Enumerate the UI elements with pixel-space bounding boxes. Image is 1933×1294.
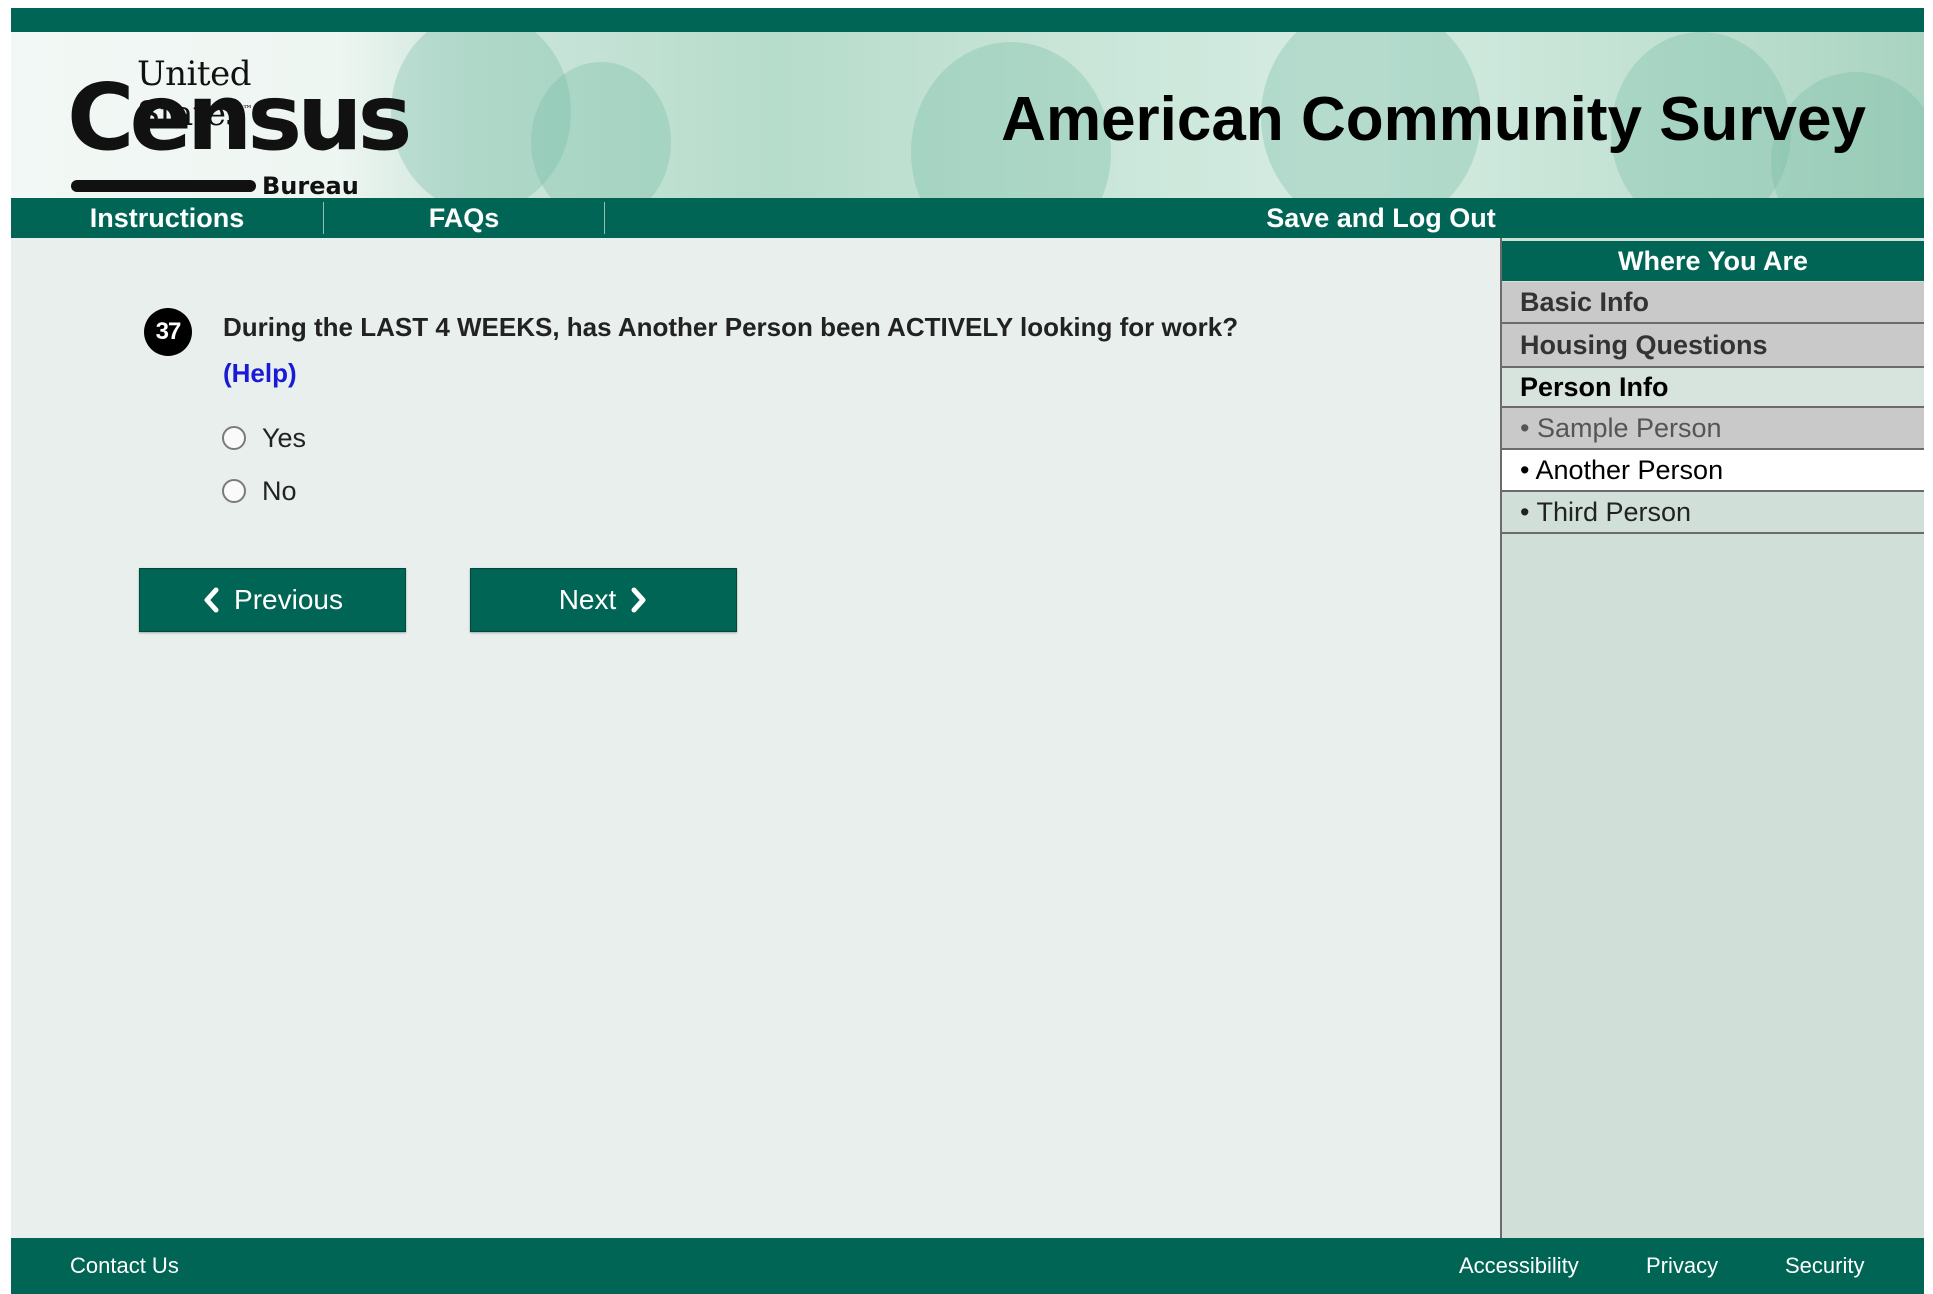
- chevron-left-icon: [204, 587, 219, 613]
- sidebar-item-housing-questions[interactable]: Housing Questions: [1502, 324, 1924, 368]
- header-banner: United States™ Census Bureau American Co…: [11, 32, 1924, 198]
- option-yes[interactable]: Yes: [222, 421, 306, 455]
- next-button-label: Next: [558, 584, 617, 615]
- census-logo[interactable]: United States™ Census Bureau: [67, 54, 412, 198]
- help-link[interactable]: (Help): [223, 358, 297, 389]
- question-number-badge: 37: [144, 308, 192, 356]
- nav-divider: [604, 202, 605, 234]
- footer-contact-us[interactable]: Contact Us: [70, 1238, 179, 1294]
- sidebar-item-basic-info[interactable]: Basic Info: [1502, 282, 1924, 324]
- footer-security[interactable]: Security: [1785, 1238, 1864, 1294]
- footer: Contact Us Accessibility Privacy Securit…: [11, 1238, 1924, 1294]
- logo-bureau: Bureau: [262, 172, 359, 198]
- sidebar-title: Where You Are: [1502, 241, 1924, 281]
- radio-yes[interactable]: [222, 426, 246, 450]
- option-yes-label: Yes: [262, 422, 307, 453]
- radio-no[interactable]: [222, 479, 246, 503]
- sidebar-item-person-info[interactable]: Person Info: [1502, 368, 1924, 408]
- logo-census: Census: [67, 64, 412, 171]
- sidebar-item-another-person[interactable]: • Another Person: [1502, 450, 1924, 492]
- option-no-label: No: [262, 475, 297, 506]
- previous-button-label: Previous: [234, 584, 343, 615]
- nav-save-logout[interactable]: Save and Log Out: [1231, 198, 1531, 238]
- option-no[interactable]: No: [222, 474, 297, 508]
- nav-instructions[interactable]: Instructions: [11, 198, 323, 238]
- footer-accessibility[interactable]: Accessibility: [1459, 1238, 1579, 1294]
- sidebar-item-third-person[interactable]: • Third Person: [1502, 492, 1924, 534]
- previous-button[interactable]: Previous: [139, 568, 406, 632]
- main-content: 37 During the LAST 4 WEEKS, has Another …: [11, 238, 1500, 1238]
- question-text: During the LAST 4 WEEKS, has Another Per…: [223, 312, 1239, 342]
- where-you-are-sidebar: Where You Are Basic Info Housing Questio…: [1500, 238, 1924, 1238]
- page-frame: United States™ Census Bureau American Co…: [11, 8, 1924, 1294]
- logo-underline: [71, 180, 256, 192]
- nav-bar: Instructions FAQs Save and Log Out: [11, 198, 1924, 238]
- nav-faqs[interactable]: FAQs: [324, 198, 604, 238]
- sidebar-item-sample-person[interactable]: • Sample Person: [1502, 408, 1924, 450]
- survey-title: American Community Survey: [1001, 85, 1866, 154]
- chevron-right-icon: [631, 587, 646, 613]
- next-button[interactable]: Next: [470, 568, 737, 632]
- footer-privacy[interactable]: Privacy: [1646, 1238, 1718, 1294]
- top-bar: [11, 8, 1924, 32]
